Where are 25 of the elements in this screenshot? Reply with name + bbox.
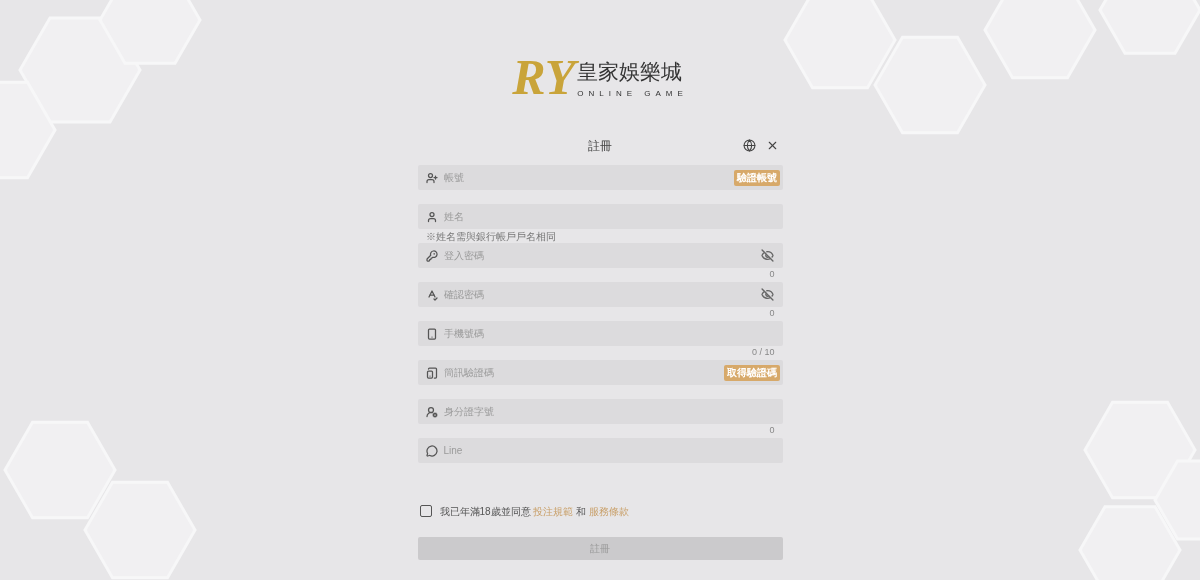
character-counter: 0 — [769, 268, 775, 282]
verify-button[interactable]: 驗證帳號 — [733, 169, 780, 186]
person-badge-icon — [425, 405, 438, 418]
hint-text: ※姓名需與銀行帳戶戶名相同 — [425, 229, 556, 244]
chat-bubble-icon — [425, 444, 438, 457]
logo-tagline: ONLINE GAME — [577, 89, 688, 100]
dialog-title: 註冊 — [588, 137, 612, 155]
input-field[interactable]: Line — [417, 438, 783, 463]
text-input[interactable]: Line — [443, 443, 780, 458]
agreement-text: 我已年滿18歲並同意 投注規範 和 服務條款 — [439, 504, 629, 519]
eye-off-icon[interactable] — [760, 249, 774, 262]
character-counter: 0 / 10 — [751, 346, 775, 360]
language-icon[interactable] — [742, 139, 756, 152]
key-icon — [425, 249, 438, 262]
logo-name: 皇家娛樂城 — [577, 62, 684, 83]
user-plus-icon — [425, 171, 438, 184]
verify-button[interactable]: 取得驗證碼 — [723, 364, 780, 381]
agree-checkbox[interactable] — [419, 505, 432, 517]
phone-icon — [425, 327, 438, 340]
terms-link[interactable]: 服務條款 — [588, 505, 629, 517]
eye-off-icon[interactable] — [760, 288, 774, 301]
character-counter: 0 — [769, 424, 775, 438]
betting-rules-link[interactable]: 投注規範 — [533, 505, 574, 517]
character-counter: 0 — [769, 307, 775, 321]
person-icon — [425, 210, 438, 223]
